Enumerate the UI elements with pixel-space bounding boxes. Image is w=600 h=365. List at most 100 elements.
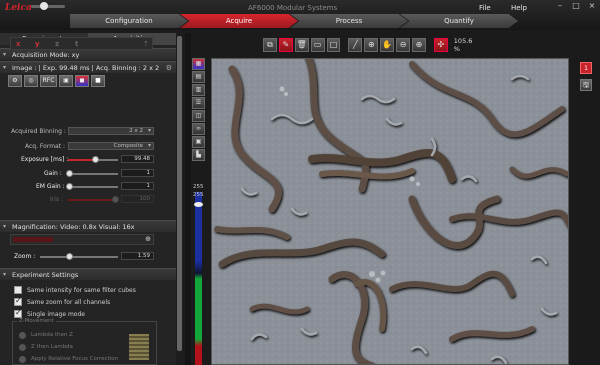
maximize-button[interactable]: □ xyxy=(568,0,584,12)
minimize-button[interactable]: – xyxy=(552,0,568,12)
gain-label: Gain : xyxy=(44,170,62,177)
x-toggle[interactable]: x xyxy=(16,40,21,48)
vertical-toolbar: ▦ ▤ ▥ ☰ ◫ ∞ ▣ ▙ xyxy=(192,58,206,162)
app-title: AF6000 Modular Systems xyxy=(248,4,338,12)
zoom-in-icon[interactable]: ⊕ xyxy=(412,38,426,52)
gain-value[interactable]: 1 xyxy=(121,169,154,177)
lambda-then-z-radio[interactable] xyxy=(19,332,26,339)
rfc-button[interactable]: RFC xyxy=(40,75,57,87)
crosshair-icon[interactable]: ⊕ xyxy=(364,38,379,52)
acquired-binning-label: Acquired Binning : xyxy=(11,128,66,135)
lut-knob[interactable] xyxy=(194,202,203,207)
settings-icon[interactable]: ⚙ xyxy=(8,75,22,87)
overlay-icon[interactable]: ◫ xyxy=(192,110,205,122)
lock-icon[interactable]: ⇡ xyxy=(143,40,149,48)
iris-knob[interactable] xyxy=(112,196,119,203)
frame-icon[interactable]: □ xyxy=(326,38,341,52)
microscope-image[interactable] xyxy=(211,58,569,365)
color-mode-icon[interactable]: ▦ xyxy=(192,58,205,70)
menu-file[interactable]: File xyxy=(470,0,502,14)
tab-process[interactable]: Process xyxy=(290,14,408,28)
same-zoom-checkbox[interactable] xyxy=(14,296,22,306)
same-intensity-label: Same intensity for same filter cubes xyxy=(27,287,136,294)
lut-max-label: 255 xyxy=(193,184,204,190)
single-image-mode-label: Single image mode xyxy=(27,311,85,318)
stack-view-icon[interactable]: ▣ xyxy=(192,136,205,148)
layers-icon[interactable]: ☰ xyxy=(192,97,205,109)
acq-format-label: Acq. Format : xyxy=(25,143,65,150)
xyzt-selector[interactable]: x y z t ⇡ xyxy=(10,37,153,50)
zoom-value[interactable]: 1.59 xyxy=(121,252,154,260)
magnification-header[interactable]: ▾ Magnification: Video: 0.8x Visual: 16x xyxy=(0,220,176,232)
hand-icon[interactable]: ✋ xyxy=(380,38,395,52)
experiment-settings-header[interactable]: ▾ Experiment Settings xyxy=(0,268,176,280)
gain-track[interactable] xyxy=(68,173,118,175)
gear-icon[interactable]: ⚙ xyxy=(166,62,172,74)
acq-format-select[interactable]: Composite xyxy=(68,142,154,150)
em-gain-knob[interactable] xyxy=(66,183,73,190)
single-image-mode-checkbox[interactable] xyxy=(14,308,22,318)
trash-icon[interactable]: 🗑 xyxy=(294,38,309,52)
image-button-row: ⚙ ◎ RFC ▣ ◼ ■ xyxy=(8,75,105,87)
left-panel-scrollbar[interactable] xyxy=(176,33,183,365)
y-toggle[interactable]: y xyxy=(35,40,40,48)
worm-image xyxy=(212,59,568,364)
fit-icon[interactable]: ✣ xyxy=(433,38,448,52)
splitter-bar[interactable] xyxy=(185,33,191,365)
collapse-arrow-icon: ▾ xyxy=(3,223,7,230)
image-settings-header[interactable]: ▾ Image : | Exp. 99.48 ms | Acq. Binning… xyxy=(0,61,176,73)
gain-knob[interactable] xyxy=(66,170,73,177)
collapse-arrow-icon: ▾ xyxy=(3,64,7,71)
close-button[interactable]: × xyxy=(584,0,600,12)
apply-relative-focus-radio[interactable] xyxy=(19,356,26,363)
white-square-icon[interactable]: ■ xyxy=(91,75,105,87)
zoom-knob[interactable] xyxy=(66,253,73,260)
zoom-label: Zoom : xyxy=(14,253,36,260)
acquired-binning-select[interactable]: 2 x 2 xyxy=(68,127,154,135)
save-image-icon[interactable]: 🖫 xyxy=(580,79,592,91)
t-toggle[interactable]: t xyxy=(75,40,78,48)
zoom-out-icon[interactable]: ⊖ xyxy=(396,38,411,52)
copy-icon[interactable]: ⧉ xyxy=(263,38,277,52)
acquisition-mode-label: Acquisition Mode: xy xyxy=(12,51,80,59)
add-icon[interactable]: ⊕ xyxy=(145,235,151,243)
pen-icon[interactable]: ✎ xyxy=(278,38,293,52)
z-toggle[interactable]: z xyxy=(55,40,59,48)
scrollbar-thumb[interactable] xyxy=(177,36,182,351)
brightness-slider[interactable] xyxy=(31,2,65,10)
exposure-value[interactable]: 99.48 xyxy=(121,155,154,163)
right-panel: 1 🖫 xyxy=(572,58,600,365)
tab-quantify[interactable]: Quantify xyxy=(400,14,518,28)
image-settings-label: Image : | Exp. 99.48 ms | Acq. Binning :… xyxy=(12,64,160,72)
lambda-then-z-label: Lambda then Z xyxy=(31,332,73,338)
slider-knob[interactable] xyxy=(40,2,48,10)
channel-badge[interactable]: 1 xyxy=(580,62,592,74)
histogram-icon[interactable]: ▙ xyxy=(192,149,205,161)
filter-icon[interactable]: ▣ xyxy=(59,75,73,87)
rect-icon[interactable]: ▭ xyxy=(310,38,325,52)
channel-icon[interactable]: ▥ xyxy=(192,84,205,96)
em-gain-label: EM Gain : xyxy=(36,183,65,190)
grid-icon[interactable]: ▤ xyxy=(192,71,205,83)
link-icon[interactable]: ∞ xyxy=(192,123,205,135)
zoom-track[interactable] xyxy=(40,256,118,258)
menu-help[interactable]: Help xyxy=(502,0,534,14)
collapse-arrow-icon: ▾ xyxy=(3,271,7,278)
line-icon[interactable]: ╱ xyxy=(348,38,363,52)
em-gain-value[interactable]: 1 xyxy=(121,182,154,190)
lut-bar[interactable] xyxy=(195,192,202,365)
exposure-knob[interactable] xyxy=(92,156,99,163)
leica-logo: Leica xyxy=(5,3,32,13)
color-icon[interactable]: ◼ xyxy=(75,75,89,87)
z-then-lambda-radio[interactable] xyxy=(19,344,26,351)
z-movement-title: Z-Movement xyxy=(17,318,56,324)
magnification-bar[interactable]: ⊕ xyxy=(10,234,154,245)
tab-acquire[interactable]: Acquire xyxy=(180,14,298,28)
workflow-tabs: Configuration Acquire Process Quantify xyxy=(70,14,518,28)
camera-icon[interactable]: ◎ xyxy=(24,75,38,87)
em-gain-track[interactable] xyxy=(68,186,118,188)
same-intensity-checkbox[interactable] xyxy=(14,286,22,294)
tab-configuration[interactable]: Configuration xyxy=(70,14,188,28)
z-then-lambda-label: Z then Lambda xyxy=(31,344,73,350)
magnification-label: Magnification: Video: 0.8x Visual: 16x xyxy=(12,223,135,231)
